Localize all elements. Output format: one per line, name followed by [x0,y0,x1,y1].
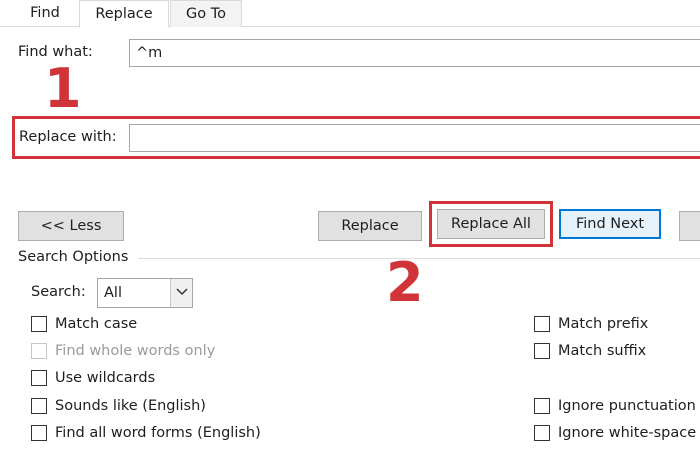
replace-all-button[interactable]: Replace All [437,209,545,239]
match-case-checkbox[interactable] [31,316,47,332]
section-divider [138,258,700,259]
whole-words-label: Find whole words only [55,343,216,359]
match-prefix-label: Match prefix [558,316,649,332]
find-what-input[interactable]: ^m [129,39,700,67]
match-case-label: Match case [55,316,138,332]
tab-find[interactable]: Find [14,0,76,27]
cancel-button[interactable] [679,211,700,241]
match-prefix-checkbox[interactable] [534,316,550,332]
less-button[interactable]: << Less [18,211,124,241]
tab-go-to[interactable]: Go To [170,0,242,27]
wildcards-checkbox[interactable] [31,370,47,386]
word-forms-checkbox[interactable] [31,425,47,441]
chevron-down-icon[interactable] [170,279,192,307]
search-direction-select[interactable]: All [97,278,193,308]
wildcards-label: Use wildcards [55,370,156,386]
replace-with-label: Replace with: [19,129,117,145]
annotation-step-2: 2 [386,251,424,314]
match-suffix-label: Match suffix [558,343,647,359]
whole-words-checkbox [31,343,47,359]
ignore-white-space-checkbox[interactable] [534,425,550,441]
tab-bar: Find Replace Go To [0,0,700,28]
search-options-title: Search Options [18,249,129,265]
search-label: Search: [31,284,86,300]
search-direction-value: All [104,285,122,301]
match-suffix-checkbox[interactable] [534,343,550,359]
ignore-punctuation-label: Ignore punctuation [558,398,696,414]
replace-button[interactable]: Replace [318,211,422,241]
annotation-step-1: 1 [44,57,82,120]
replace-with-input[interactable] [129,124,700,152]
sounds-like-label: Sounds like (English) [55,398,206,414]
word-forms-label: Find all word forms (English) [55,425,261,441]
ignore-punctuation-checkbox[interactable] [534,398,550,414]
find-next-button[interactable]: Find Next [559,209,661,239]
tab-replace[interactable]: Replace [79,0,169,28]
ignore-white-space-label: Ignore white-space [558,425,697,441]
sounds-like-checkbox[interactable] [31,398,47,414]
